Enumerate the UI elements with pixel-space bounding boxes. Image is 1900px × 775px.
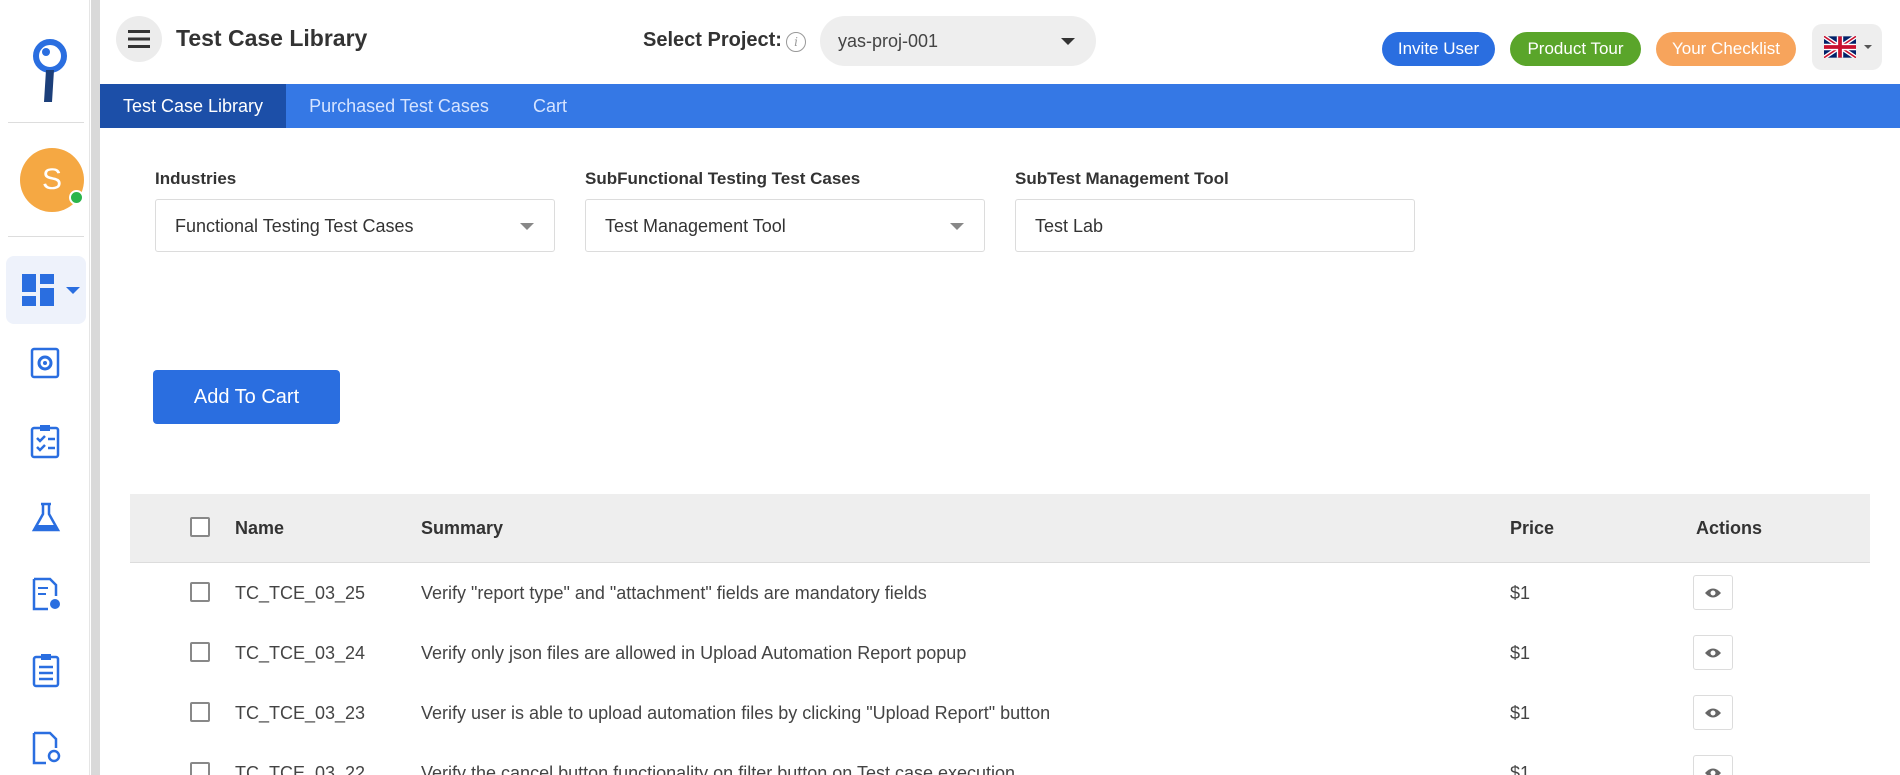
your-checklist-button[interactable]: Your Checklist <box>1656 32 1796 66</box>
eye-icon <box>1705 708 1721 717</box>
select-all-checkbox[interactable] <box>190 517 210 537</box>
row-checkbox[interactable] <box>190 582 210 602</box>
product-tour-button[interactable]: Product Tour <box>1510 32 1641 66</box>
row-checkbox[interactable] <box>190 762 210 775</box>
tab-purchased-test-cases[interactable]: Purchased Test Cases <box>286 84 512 128</box>
row-name: TC_TCE_03_22 <box>235 763 366 775</box>
table-row: TC_TCE_03_23 Verify user is able to uplo… <box>130 695 1870 755</box>
sidebar: S <box>0 0 90 775</box>
row-summary: Verify only json files are allowed in Up… <box>421 643 967 663</box>
subfunctional-label: SubFunctional Testing Test Cases <box>585 169 861 188</box>
subtest-tool-label: SubTest Management Tool <box>1015 169 1229 188</box>
top-header: Test Case Library Select Project: i yas-… <box>100 0 1900 84</box>
column-header-actions: Actions <box>1696 518 1763 538</box>
eye-icon <box>1705 588 1721 597</box>
project-select[interactable]: yas-proj-001 <box>820 16 1096 66</box>
row-price: $1 <box>1510 583 1531 603</box>
chevron-down-icon <box>1061 38 1075 45</box>
table-header: Name Summary Price Actions <box>130 494 1870 563</box>
hamburger-icon <box>128 30 150 48</box>
column-header-price[interactable]: Price <box>1510 518 1554 539</box>
dashboard-icon[interactable] <box>20 272 56 308</box>
row-checkbox[interactable] <box>190 642 210 662</box>
bug-report-icon[interactable] <box>28 576 64 612</box>
eye-icon <box>1705 648 1721 657</box>
subfunctional-select-value: Test Management Tool <box>605 216 786 236</box>
uk-flag-icon <box>1824 36 1856 58</box>
task-list-icon[interactable] <box>28 652 64 688</box>
view-button[interactable] <box>1693 755 1733 775</box>
subtest-tool-field[interactable]: Test Lab <box>1015 199 1415 252</box>
row-summary: Verify user is able to upload automation… <box>421 703 1051 723</box>
flask-icon[interactable] <box>28 500 64 536</box>
row-checkbox[interactable] <box>190 702 210 722</box>
tab-bar: Test Case Library Purchased Test Cases C… <box>100 84 1900 128</box>
avatar-initial: S <box>41 163 62 196</box>
column-header-summary[interactable]: Summary <box>421 518 503 539</box>
tab-test-case-library[interactable]: Test Case Library <box>100 84 286 128</box>
chevron-down-icon[interactable] <box>66 287 80 294</box>
table-row: TC_TCE_03_22 Verify the cancel button fu… <box>130 755 1870 775</box>
chevron-down-icon <box>1864 45 1872 49</box>
hamburger-menu-button[interactable] <box>116 16 162 62</box>
info-icon[interactable]: i <box>786 32 806 52</box>
subtest-tool-value: Test Lab <box>1035 216 1104 236</box>
online-status-dot <box>69 190 84 205</box>
sidebar-divider <box>8 236 84 237</box>
industries-select-value: Functional Testing Test Cases <box>175 216 414 236</box>
select-project-label: Select Project: <box>643 29 782 51</box>
row-name: TC_TCE_03_25 <box>235 583 366 603</box>
view-button[interactable] <box>1693 575 1733 610</box>
row-name: TC_TCE_03_24 <box>235 643 366 663</box>
page-title: Test Case Library <box>176 25 368 51</box>
row-name: TC_TCE_03_23 <box>235 703 366 723</box>
project-select-value: yas-proj-001 <box>838 31 939 51</box>
row-summary: Verify the cancel button functionality o… <box>421 763 1016 775</box>
chevron-down-icon <box>950 223 964 230</box>
document-search-icon[interactable] <box>28 730 64 766</box>
subfunctional-select[interactable]: Test Management Tool <box>585 199 985 252</box>
row-summary: Verify "report type" and "attachment" fi… <box>421 583 927 603</box>
industries-label: Industries <box>155 169 237 188</box>
settings-document-icon[interactable] <box>28 345 64 381</box>
table-row: TC_TCE_03_24 Verify only json files are … <box>130 635 1870 695</box>
table-row: TC_TCE_03_25 Verify "report type" and "a… <box>130 575 1870 635</box>
column-header-name[interactable]: Name <box>235 518 284 539</box>
invite-user-button[interactable]: Invite User <box>1382 32 1495 66</box>
eye-icon <box>1705 768 1721 775</box>
industries-select[interactable]: Functional Testing Test Cases <box>155 199 555 252</box>
row-price: $1 <box>1510 703 1531 723</box>
checklist-clipboard-icon[interactable] <box>28 423 64 459</box>
chevron-down-icon <box>520 223 534 230</box>
row-price: $1 <box>1510 763 1531 775</box>
view-button[interactable] <box>1693 695 1733 730</box>
sidebar-divider <box>8 122 84 123</box>
language-selector[interactable] <box>1812 24 1882 70</box>
sidebar-scrollbar[interactable] <box>91 0 100 775</box>
view-button[interactable] <box>1693 635 1733 670</box>
logo-magnifier-icon[interactable] <box>30 38 70 106</box>
row-price: $1 <box>1510 643 1531 663</box>
tab-cart[interactable]: Cart <box>512 84 588 128</box>
add-to-cart-button[interactable]: Add To Cart <box>153 370 340 424</box>
